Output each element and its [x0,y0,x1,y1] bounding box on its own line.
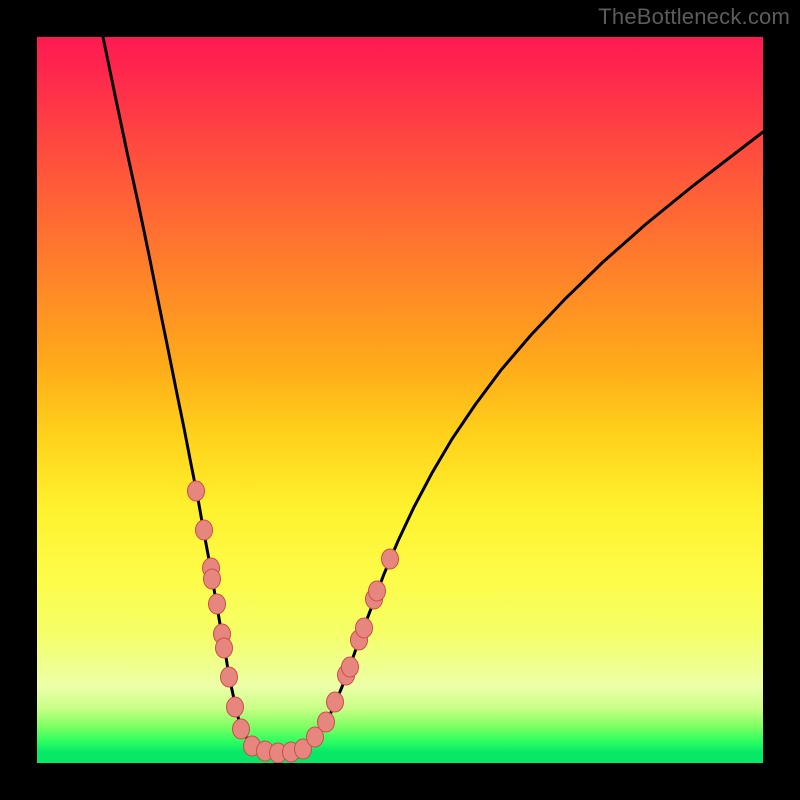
data-marker [233,719,250,739]
data-marker [196,520,213,540]
data-marker [204,569,221,589]
data-marker [209,594,226,614]
data-marker [227,697,244,717]
data-marker [318,712,335,732]
data-marker [382,549,399,569]
data-marker [188,481,205,501]
data-marker [356,618,373,638]
plot-area [37,37,763,763]
data-marker [221,667,238,687]
watermark-text: TheBottleneck.com [598,4,790,30]
curve-layer [37,37,763,763]
data-marker [342,657,359,677]
data-marker [369,581,386,601]
valley-curve [103,37,763,753]
data-marker [327,692,344,712]
data-marker [216,638,233,658]
chart-frame: TheBottleneck.com [0,0,800,800]
